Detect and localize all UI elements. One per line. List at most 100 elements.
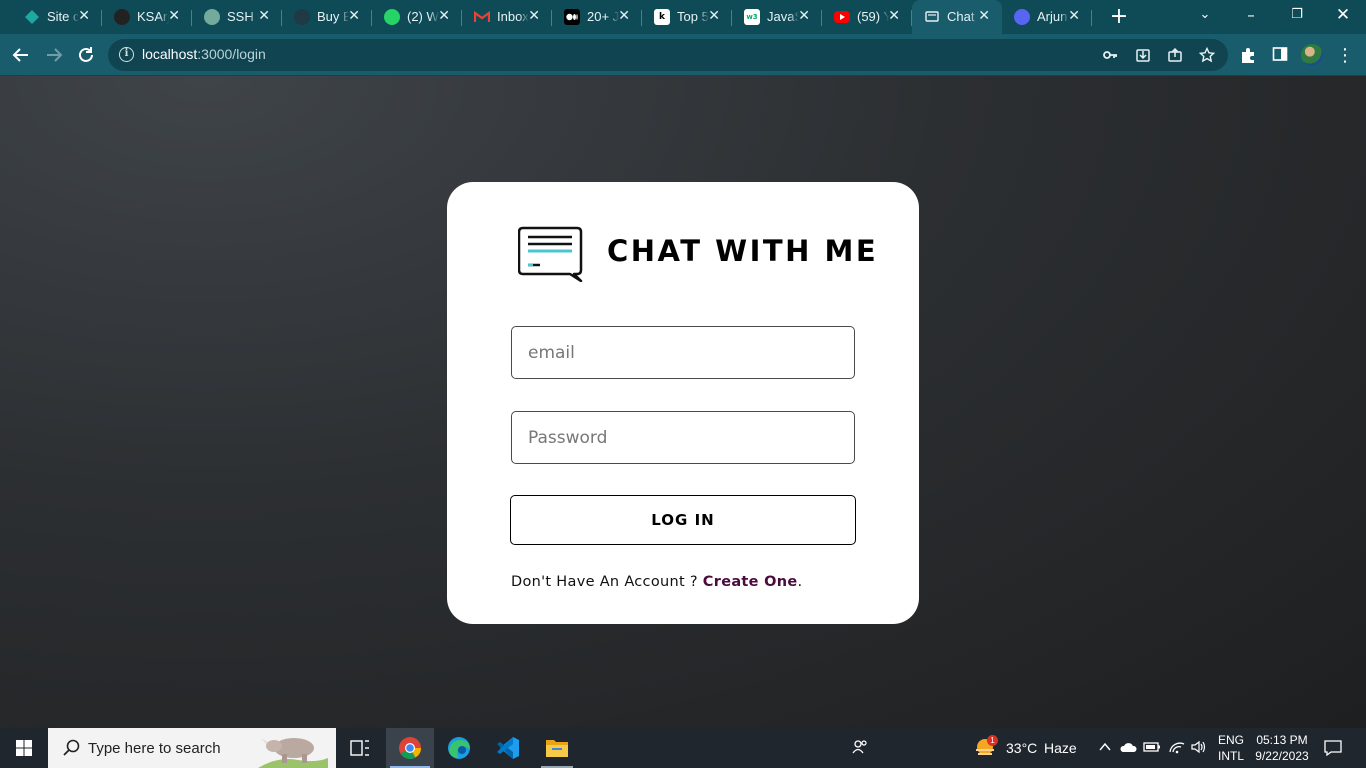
share-icon[interactable] (1166, 47, 1184, 65)
k-icon: k (654, 9, 670, 25)
close-window-button[interactable]: ✕ (1320, 0, 1366, 34)
close-tab-icon[interactable]: ✕ (258, 8, 270, 24)
browser-tab[interactable]: Site c ✕ (12, 0, 102, 34)
w3schools-icon: w3 (744, 9, 760, 25)
language-top: ENG (1218, 733, 1245, 747)
browser-tab[interactable]: Buy E ✕ (282, 0, 372, 34)
github-icon (114, 9, 130, 25)
back-icon[interactable] (8, 42, 34, 68)
install-app-icon[interactable] (1134, 47, 1152, 65)
tab-title: Chat (947, 9, 975, 24)
tab-search-icon[interactable]: ⌄ (1182, 0, 1228, 34)
tab-title: JavaS (767, 9, 799, 24)
browser-tab[interactable]: Inbox ✕ (462, 0, 552, 34)
close-tab-icon[interactable]: ✕ (888, 8, 900, 24)
brand-title: CHAT WITH ME (607, 234, 879, 268)
weather-badge: 1 (987, 735, 998, 746)
browser-tab[interactable]: w3 JavaS ✕ (732, 0, 822, 34)
battery-icon[interactable] (1143, 740, 1161, 758)
task-view-icon[interactable] (336, 728, 384, 768)
weather-widget[interactable]: 1 33°C Haze (972, 728, 1082, 768)
tab-title: Buy E (317, 9, 349, 24)
close-tab-icon[interactable]: ✕ (78, 8, 90, 24)
gmail-icon (474, 9, 490, 25)
tab-separator (1091, 10, 1092, 26)
browser-tab[interactable]: k Top 5 ✕ (642, 0, 732, 34)
weather-temp: 33°C (1006, 740, 1038, 756)
tab-title: (59) Y (857, 9, 889, 24)
discord-icon (1014, 9, 1030, 25)
file-explorer-taskbar-icon[interactable] (533, 728, 581, 768)
reload-icon[interactable] (73, 42, 99, 68)
language-indicator[interactable]: ENG INTL (1218, 732, 1244, 764)
chat-bubble-icon (518, 226, 583, 282)
key-icon[interactable] (1101, 47, 1119, 65)
address-bar[interactable]: i localhost:3000/login (108, 39, 1228, 71)
close-tab-icon[interactable]: ✕ (978, 8, 990, 24)
url-text[interactable]: localhost:3000/login (142, 46, 266, 62)
browser-tab[interactable]: Chat ✕ (912, 0, 1002, 34)
close-tab-icon[interactable]: ✕ (798, 8, 810, 24)
close-tab-icon[interactable]: ✕ (168, 8, 180, 24)
search-icon (63, 739, 80, 756)
minimize-button[interactable]: – (1228, 0, 1274, 34)
wifi-icon[interactable] (1168, 740, 1186, 758)
browser-tab[interactable]: Arjun ✕ (1002, 0, 1092, 34)
browser-tab[interactable]: KSArj ✕ (102, 0, 192, 34)
forward-icon[interactable] (41, 42, 67, 68)
language-bottom: INTL (1218, 749, 1245, 763)
login-page: CHAT WITH ME LOG IN Don't Have An Accoun… (0, 76, 1366, 728)
clock-date: 9/22/2023 (1255, 749, 1309, 763)
volume-icon[interactable] (1190, 740, 1208, 758)
signup-suffix: . (797, 574, 803, 590)
site-info-icon[interactable]: i (119, 47, 134, 62)
tab-title: (2) W (407, 9, 439, 24)
whatsapp-icon (384, 9, 400, 25)
people-icon[interactable] (851, 738, 869, 760)
close-tab-icon[interactable]: ✕ (618, 8, 630, 24)
clock[interactable]: 05:13 PM 9/22/2023 (1254, 732, 1310, 764)
react-icon (294, 9, 310, 25)
tab-title: Top 5 (677, 9, 709, 24)
windows-taskbar: Type here to search 1 33°C Haze ENG INTL… (0, 728, 1366, 768)
chevron-up-icon[interactable] (1096, 740, 1114, 758)
restore-button[interactable]: ❐ (1274, 0, 1320, 34)
browser-toolbar: i localhost:3000/login ⋮ (0, 34, 1366, 76)
signup-prompt: Don't Have An Account ? Create One. (511, 574, 802, 590)
browser-tab[interactable]: (2) W ✕ (372, 0, 462, 34)
browser-menu-icon[interactable]: ⋮ (1335, 46, 1355, 66)
side-panel-icon[interactable] (1270, 46, 1290, 66)
email-field[interactable] (511, 326, 855, 379)
windows-start-icon[interactable] (0, 728, 48, 768)
taskbar-search[interactable]: Type here to search (48, 728, 336, 768)
chatgpt-icon (204, 9, 220, 25)
weather-desc: Haze (1044, 740, 1077, 756)
search-placeholder: Type here to search (88, 740, 221, 757)
create-account-link[interactable]: Create One (703, 574, 798, 590)
bookmark-star-icon[interactable] (1198, 46, 1216, 65)
youtube-icon (834, 11, 850, 23)
password-field[interactable] (511, 411, 855, 464)
onedrive-cloud-icon[interactable] (1119, 740, 1137, 758)
url-host: localhost (142, 46, 198, 62)
new-tab-button[interactable]: + (1106, 4, 1132, 30)
vscode-taskbar-icon[interactable] (484, 728, 532, 768)
close-tab-icon[interactable]: ✕ (438, 8, 450, 24)
login-button[interactable]: LOG IN (510, 495, 856, 545)
chrome-taskbar-icon[interactable] (386, 728, 434, 768)
profile-avatar[interactable] (1301, 44, 1323, 66)
close-tab-icon[interactable]: ✕ (708, 8, 720, 24)
notification-icon[interactable] (1322, 738, 1344, 762)
close-tab-icon[interactable]: ✕ (528, 8, 540, 24)
clock-time: 05:13 PM (1256, 733, 1308, 747)
close-tab-icon[interactable]: ✕ (348, 8, 360, 24)
edge-taskbar-icon[interactable] (435, 728, 483, 768)
close-tab-icon[interactable]: ✕ (1068, 8, 1080, 24)
medium-icon (564, 9, 580, 25)
browser-tab[interactable]: SSH t ✕ (192, 0, 282, 34)
browser-tab[interactable]: (59) Y ✕ (822, 0, 912, 34)
extensions-icon[interactable] (1238, 46, 1258, 66)
tab-title: Inbox (497, 9, 529, 24)
browser-tab[interactable]: 20+ J ✕ (552, 0, 642, 34)
tab-title: 20+ J (587, 9, 619, 24)
